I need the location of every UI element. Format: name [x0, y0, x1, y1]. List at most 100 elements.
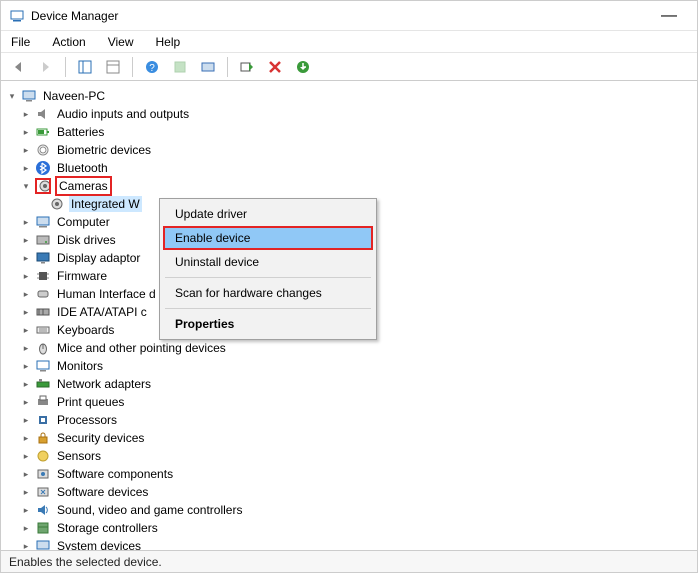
tree-root-node[interactable]: ▾ Naveen-PC: [5, 87, 695, 105]
tree-node[interactable]: ▸ Biometric devices: [5, 141, 695, 159]
menu-file[interactable]: File: [7, 33, 34, 51]
tree-node[interactable]: ▸ Audio inputs and outputs: [5, 105, 695, 123]
tree-node[interactable]: ▸ Bluetooth: [5, 159, 695, 177]
expander-icon[interactable]: ▸: [19, 143, 33, 157]
tree-node-label: Mice and other pointing devices: [55, 340, 228, 356]
uninstall-device-button[interactable]: [264, 56, 286, 78]
context-menu-item[interactable]: Uninstall device: [163, 250, 373, 274]
tree-node-label: Naveen-PC: [41, 88, 107, 104]
enable-device-button[interactable]: [236, 56, 258, 78]
toolbar-separator: [132, 57, 133, 77]
status-text: Enables the selected device.: [9, 555, 162, 569]
ide-icon: [35, 304, 51, 320]
tree-node-label: Processors: [55, 412, 119, 428]
tree-node-label: Cameras: [55, 176, 112, 196]
expander-icon[interactable]: ▸: [19, 539, 33, 550]
monitor-icon: [35, 358, 51, 374]
tree-node[interactable]: ▸ Network adapters: [5, 375, 695, 393]
context-menu-item[interactable]: Enable device: [163, 226, 373, 250]
tree-node-label: Audio inputs and outputs: [55, 106, 191, 122]
toolbar-separator: [227, 57, 228, 77]
minimize-button[interactable]: —: [649, 7, 689, 25]
expander-icon[interactable]: ▸: [19, 467, 33, 481]
menu-view[interactable]: View: [104, 33, 138, 51]
expander-icon[interactable]: ▸: [19, 305, 33, 319]
chip-icon: [35, 268, 51, 284]
expander-icon[interactable]: ▾: [19, 179, 33, 193]
expander-icon[interactable]: ▸: [19, 107, 33, 121]
tree-node[interactable]: ▸ Sound, video and game controllers: [5, 501, 695, 519]
menu-action[interactable]: Action: [48, 33, 89, 51]
tree-node[interactable]: ▸ Security devices: [5, 429, 695, 447]
expander-icon[interactable]: ▸: [19, 503, 33, 517]
expander-icon[interactable]: ▸: [19, 233, 33, 247]
help-button[interactable]: ?: [141, 56, 163, 78]
expander-icon[interactable]: ▸: [19, 251, 33, 265]
toolbar: ?: [1, 53, 697, 81]
softdev-icon: [35, 484, 51, 500]
tree-node[interactable]: ▸ Software components: [5, 465, 695, 483]
keyboard-icon: [35, 322, 51, 338]
battery-icon: [35, 124, 51, 140]
expander-icon[interactable]: ▸: [19, 359, 33, 373]
disk-icon: [35, 232, 51, 248]
expander-icon[interactable]: ▸: [19, 431, 33, 445]
expander-icon[interactable]: ▸: [19, 161, 33, 175]
tree-node-label: Firmware: [55, 268, 109, 284]
properties-button[interactable]: [102, 56, 124, 78]
tree-node[interactable]: ▸ System devices: [5, 537, 695, 550]
forward-button[interactable]: [35, 56, 57, 78]
tree-node-label: Batteries: [55, 124, 106, 140]
system-icon: [35, 538, 51, 550]
context-menu-item[interactable]: Update driver: [163, 202, 373, 226]
tree-node-label: Computer: [55, 214, 112, 230]
tree-node-label: Monitors: [55, 358, 105, 374]
computer-icon: [35, 214, 51, 230]
expander-icon[interactable]: ▸: [19, 449, 33, 463]
tree-node[interactable]: ▸ Processors: [5, 411, 695, 429]
sensor-icon: [35, 448, 51, 464]
tree-node[interactable]: ▾ Cameras: [5, 177, 695, 195]
back-button[interactable]: [7, 56, 29, 78]
expander-icon[interactable]: ▸: [19, 485, 33, 499]
tree-node[interactable]: ▸ Storage controllers: [5, 519, 695, 537]
context-menu-separator: [165, 277, 371, 278]
tree-node-label: Display adaptor: [55, 250, 142, 266]
expander-icon[interactable]: ▸: [19, 521, 33, 535]
tree-node[interactable]: ▸ Mice and other pointing devices: [5, 339, 695, 357]
tree-node[interactable]: ▸ Software devices: [5, 483, 695, 501]
expander-icon[interactable]: ▸: [19, 377, 33, 391]
show-hide-tree-button[interactable]: [74, 56, 96, 78]
tree-node[interactable]: ▸ Print queues: [5, 393, 695, 411]
expander-icon[interactable]: ▸: [19, 287, 33, 301]
expander-icon[interactable]: ▸: [19, 323, 33, 337]
expander-icon[interactable]: ▸: [19, 269, 33, 283]
expander-icon[interactable]: ▸: [19, 413, 33, 427]
tree-node-label: Disk drives: [55, 232, 118, 248]
tree-node-label: Bluetooth: [55, 160, 110, 176]
tree-node-label: Biometric devices: [55, 142, 153, 158]
expander-icon[interactable]: ▾: [5, 89, 19, 103]
expander-icon[interactable]: ▸: [19, 125, 33, 139]
tree-node[interactable]: ▸ Monitors: [5, 357, 695, 375]
status-bar: Enables the selected device.: [1, 550, 697, 572]
cpu-icon: [35, 412, 51, 428]
tree-node-label: Human Interface d: [55, 286, 158, 302]
app-icon: [9, 8, 25, 24]
context-menu-item[interactable]: Properties: [163, 312, 373, 336]
expander-icon[interactable]: ▸: [19, 215, 33, 229]
expander-icon[interactable]: ▸: [19, 395, 33, 409]
camera-icon: [35, 178, 51, 194]
update-driver-button[interactable]: [169, 56, 191, 78]
sound-icon: [35, 502, 51, 518]
expander-icon[interactable]: ▸: [19, 341, 33, 355]
tree-node-label: System devices: [55, 538, 143, 550]
context-menu-item[interactable]: Scan for hardware changes: [163, 281, 373, 305]
scan-button[interactable]: [197, 56, 219, 78]
tree-node-label: Software devices: [55, 484, 150, 500]
refresh-button[interactable]: [292, 56, 314, 78]
tree-node-label: Software components: [55, 466, 175, 482]
menu-help[interactable]: Help: [152, 33, 185, 51]
tree-node[interactable]: ▸ Sensors: [5, 447, 695, 465]
tree-node[interactable]: ▸ Batteries: [5, 123, 695, 141]
